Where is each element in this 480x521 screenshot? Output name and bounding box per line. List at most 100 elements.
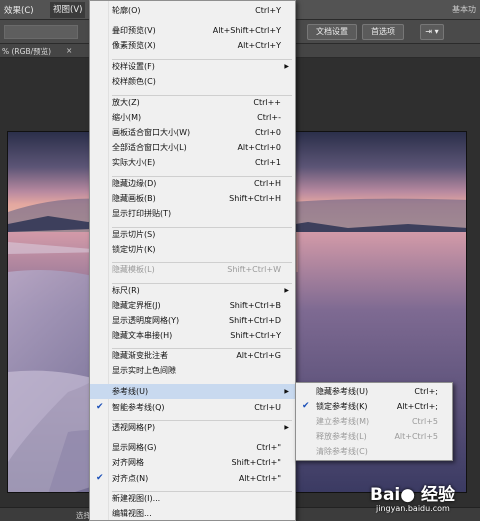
menu-item-show-print-tiling[interactable]: 显示打印拼贴(T) (90, 206, 295, 221)
submenu-item-clear-guides: 清除参考线(C) (296, 444, 452, 459)
submenu-item-shortcut: Ctrl+; (414, 387, 438, 396)
menu-item-label: 放大(Z) (112, 98, 140, 107)
menu-item-shortcut: Alt+Ctrl+" (238, 474, 281, 483)
workspace-switcher[interactable]: 基本功 (452, 4, 476, 15)
menu-item-label: 全部适合窗口大小(L) (112, 143, 187, 152)
menu-item-label: 校样颜色(C) (112, 77, 156, 86)
menu-item-label: 缩小(M) (112, 113, 142, 122)
menu-item-label: 隐藏文本串接(H) (112, 331, 173, 340)
preferences-button[interactable]: 首选项 (362, 24, 404, 40)
menu-item-label: 对齐点(N) (112, 474, 149, 483)
submenu-item-shortcut: Alt+Ctrl+; (396, 402, 438, 411)
menu-item-lock-slices[interactable]: 锁定切片(K) (90, 242, 295, 257)
menu-item-overprint-preview[interactable]: 叠印预览(V) Alt+Shift+Ctrl+Y (90, 23, 295, 38)
menu-item-label: 透视网格(P) (112, 423, 156, 432)
menu-item-snap-to-point[interactable]: ✔ 对齐点(N) Alt+Ctrl+" (90, 471, 295, 486)
menu-item-new-view[interactable]: 新建视图(I)... (90, 491, 295, 506)
menu-item-hide-edges[interactable]: 隐藏边缘(D) Ctrl+H (90, 176, 295, 191)
watermark-brand: Bai● 经验 (370, 485, 456, 505)
menu-item-zoom-in[interactable]: 放大(Z) Ctrl++ (90, 95, 295, 110)
menu-item-snap-to-grid[interactable]: 对齐网格 Shift+Ctrl+" (90, 455, 295, 470)
menu-item-show-grid[interactable]: 显示网格(G) Ctrl+" (90, 440, 295, 455)
menu-item-label: 显示网格(G) (112, 443, 157, 452)
menu-item-pixel-preview[interactable]: 像素预览(X) Alt+Ctrl+Y (90, 38, 295, 53)
menu-item-label: 对齐网格 (112, 458, 144, 467)
menu-item-label: 参考线(U) (112, 387, 149, 396)
menu-item-label: 实际大小(E) (112, 158, 156, 167)
baidu-watermark: Bai● 经验 jingyan.baidu.com (370, 480, 480, 520)
menu-item-shortcut: Shift+Ctrl+" (231, 458, 281, 467)
menu-item-show-transparency-grid[interactable]: 显示透明度网格(Y) Shift+Ctrl+D (90, 313, 295, 328)
style-field[interactable] (4, 25, 78, 39)
submenu-item-label: 清除参考线(C) (316, 447, 368, 456)
menu-item-shortcut: Shift+Ctrl+B (229, 301, 281, 310)
submenu-item-hide-guides[interactable]: 隐藏参考线(U) Ctrl+; (296, 384, 452, 399)
menu-item-shortcut: Ctrl+0 (254, 128, 281, 137)
menu-item-shortcut: Shift+Ctrl+Y (230, 331, 281, 340)
document-tab-title[interactable]: % (RGB/预览) (2, 46, 51, 57)
check-icon: ✔ (96, 473, 104, 483)
menu-item-label: 叠印预览(V) (112, 26, 156, 35)
submenu-arrow-icon: ▶ (284, 388, 289, 395)
menu-item-shortcut: Alt+Ctrl+Y (237, 41, 281, 50)
menu-item-shortcut: Alt+Shift+Ctrl+Y (212, 26, 281, 35)
menu-item-hide-template: 隐藏模板(L) Shift+Ctrl+W (90, 262, 295, 277)
menu-item-perspective-grid[interactable]: 透视网格(P) ▶ (90, 420, 295, 435)
menu-item-label: 显示打印拼贴(T) (112, 209, 172, 218)
menu-item-shortcut: Shift+Ctrl+W (227, 265, 281, 274)
submenu-item-label: 隐藏参考线(U) (316, 387, 369, 396)
menu-item-shortcut: Ctrl+1 (254, 158, 281, 167)
submenu-item-shortcut: Alt+Ctrl+5 (394, 432, 438, 441)
menu-item-shortcut: Ctrl+- (257, 113, 281, 122)
arrange-documents-icon[interactable]: ⇥ ▾ (420, 24, 444, 40)
close-tab-icon[interactable]: × (66, 46, 72, 55)
menu-item-label: 新建视图(I)... (112, 494, 161, 503)
menu-item-shortcut: Shift+Ctrl+D (229, 316, 281, 325)
menu-item-hide-bounding-box[interactable]: 隐藏定界框(J) Shift+Ctrl+B (90, 298, 295, 313)
menu-item-hide-gradient-annotator[interactable]: 隐藏渐变批注者 Alt+Ctrl+G (90, 348, 295, 363)
menu-item-label: 轮廓(O) (112, 6, 141, 15)
submenu-arrow-icon: ▶ (284, 287, 289, 294)
menu-item-show-live-paint-gaps[interactable]: 显示实时上色间隙 (90, 363, 295, 378)
menu-item-zoom-out[interactable]: 缩小(M) Ctrl+- (90, 110, 295, 125)
menu-effect[interactable]: 效果(C) (4, 4, 34, 16)
menu-item-shortcut: Ctrl+U (254, 403, 281, 412)
menu-item-shortcut: Ctrl+Y (255, 6, 281, 15)
menu-view[interactable]: 视图(V) (50, 2, 86, 18)
menu-item-label: 显示切片(S) (112, 230, 156, 239)
menu-item-shortcut: Alt+Ctrl+G (236, 351, 281, 360)
submenu-item-release-guides: 释放参考线(L) Alt+Ctrl+5 (296, 429, 452, 444)
app-window: 效果(C) 视图(V) 基本功 文档设置 首选项 ⇥ ▾ % (RGB/预览) … (0, 0, 480, 521)
menu-item-smart-guides[interactable]: ✔ 智能参考线(Q) Ctrl+U (90, 400, 295, 415)
menu-item-actual-size[interactable]: 实际大小(E) Ctrl+1 (90, 155, 295, 170)
document-settings-button[interactable]: 文档设置 (307, 24, 357, 40)
submenu-arrow-icon: ▶ (284, 424, 289, 431)
menu-item-rulers[interactable]: 标尺(R) ▶ (90, 283, 295, 298)
menu-item-shortcut: Ctrl+" (256, 443, 281, 452)
submenu-item-label: 释放参考线(L) (316, 432, 367, 441)
menu-item-label: 画板适合窗口大小(W) (112, 128, 191, 137)
menu-item-hide-artboards[interactable]: 隐藏画板(B) Shift+Ctrl+H (90, 191, 295, 206)
menu-item-fit-artboard[interactable]: 画板适合窗口大小(W) Ctrl+0 (90, 125, 295, 140)
menu-item-label: 显示透明度网格(Y) (112, 316, 180, 325)
menu-item-show-slices[interactable]: 显示切片(S) (90, 227, 295, 242)
submenu-item-label: 锁定参考线(K) (316, 402, 368, 411)
menu-item-label: 锁定切片(K) (112, 245, 156, 254)
menu-item-outline[interactable]: 轮廓(O) Ctrl+Y (90, 3, 295, 18)
view-dropdown-menu: 轮廓(O) Ctrl+Y 叠印预览(V) Alt+Shift+Ctrl+Y 像素预览(X… (89, 0, 296, 521)
submenu-item-make-guides: 建立参考线(M) Ctrl+5 (296, 414, 452, 429)
menu-item-edit-views[interactable]: 编辑视图... (90, 506, 295, 521)
submenu-item-lock-guides[interactable]: ✔ 锁定参考线(K) Alt+Ctrl+; (296, 399, 452, 414)
menu-item-label: 编辑视图... (112, 509, 152, 518)
guides-submenu: 隐藏参考线(U) Ctrl+; ✔ 锁定参考线(K) Alt+Ctrl+; 建立参考线(M… (295, 382, 453, 461)
menu-item-proof-setup[interactable]: 校样设置(F) ▶ (90, 59, 295, 74)
menu-item-proof-colors[interactable]: 校样颜色(C) (90, 74, 295, 89)
menu-item-fit-all[interactable]: 全部适合窗口大小(L) Alt+Ctrl+0 (90, 140, 295, 155)
menu-item-hide-text-threads[interactable]: 隐藏文本串接(H) Shift+Ctrl+Y (90, 328, 295, 343)
menu-item-label: 隐藏画板(B) (112, 194, 156, 203)
menu-item-label: 像素预览(X) (112, 41, 156, 50)
menu-item-shortcut: Ctrl++ (253, 98, 281, 107)
menu-item-label: 校样设置(F) (112, 62, 155, 71)
menu-item-guides[interactable]: 参考线(U) ▶ (90, 384, 295, 399)
menu-item-label: 标尺(R) (112, 286, 140, 295)
